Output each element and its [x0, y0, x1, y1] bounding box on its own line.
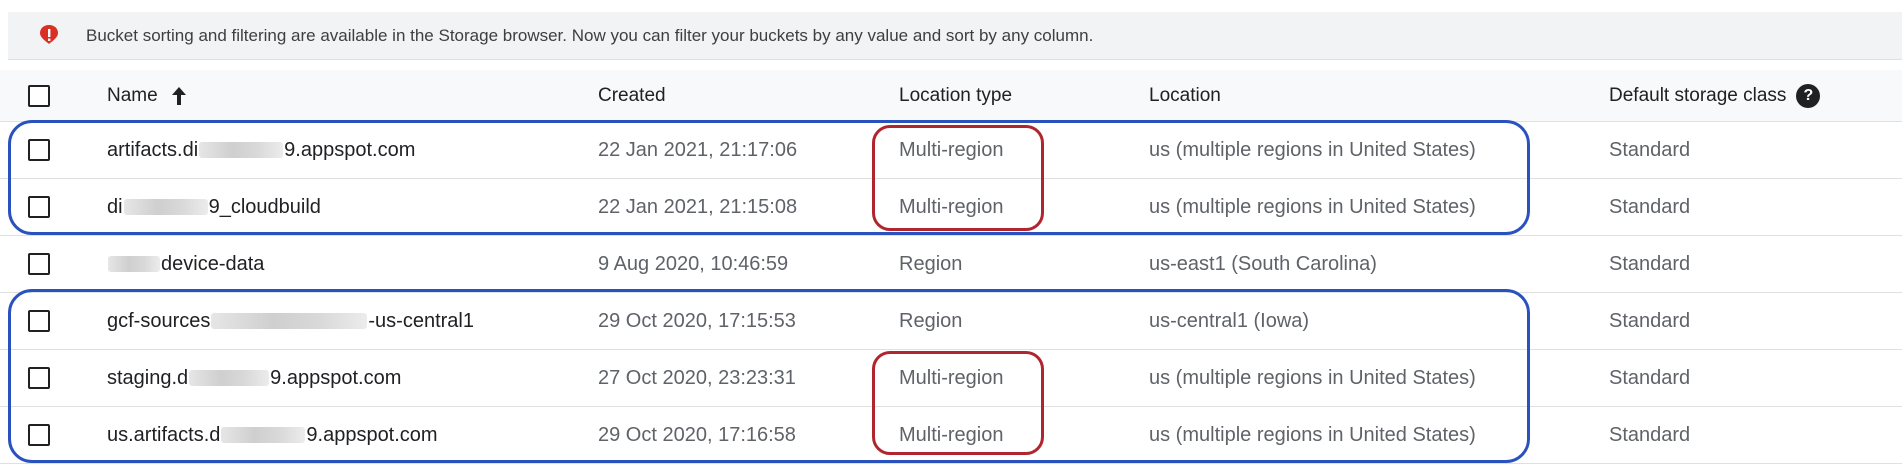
bucket-name-link[interactable]: di 9_cloudbuild — [107, 179, 321, 235]
redacted-text — [199, 142, 284, 158]
location-type: Region — [899, 309, 963, 332]
storage-class: Standard — [1609, 195, 1691, 218]
bucket-name-link[interactable]: device-data — [107, 236, 264, 292]
bucket-name-suffix: -us-central1 — [368, 309, 474, 332]
row-checkbox-cell — [28, 122, 50, 178]
location: us (multiple regions in United States) — [1149, 138, 1476, 161]
table-row[interactable]: staging.d 9.appspot.com 27 Oct 2020, 23:2… — [0, 350, 1902, 407]
created-date: 9 Aug 2020, 10:46:59 — [598, 252, 789, 275]
table-row[interactable]: di 9_cloudbuild 22 Jan 2021, 21:15:08 Mul… — [0, 179, 1902, 236]
row-checkbox-cell — [28, 407, 50, 463]
help-icon[interactable]: ? — [1796, 83, 1821, 108]
bucket-name-prefix: gcf-sources — [107, 309, 211, 332]
row-checkbox-cell — [28, 350, 50, 406]
select-all-checkbox[interactable] — [28, 84, 50, 107]
table-row[interactable]: artifacts.di 9.appspot.com 22 Jan 2021, 2… — [0, 122, 1902, 179]
location-type: Multi-region — [899, 195, 1004, 218]
table-row[interactable]: device-data 9 Aug 2020, 10:46:59 Region … — [0, 236, 1902, 293]
column-header-name[interactable]: Name — [107, 70, 188, 121]
bucket-name-suffix: 9.appspot.com — [284, 138, 416, 161]
column-header-location-type-label: Location type — [899, 84, 1013, 106]
location-type: Multi-region — [899, 366, 1004, 389]
table-row[interactable]: gcf-sources -us-central1 29 Oct 2020, 17:… — [0, 293, 1902, 350]
column-header-storage-class-label: Default storage class — [1609, 84, 1787, 106]
row-checkbox[interactable] — [28, 424, 50, 446]
bucket-name-suffix: device-data — [161, 252, 265, 275]
bucket-name-suffix: 9_cloudbuild — [208, 195, 321, 218]
redacted-text — [108, 256, 160, 272]
storage-class: Standard — [1609, 366, 1691, 389]
row-checkbox[interactable] — [28, 367, 50, 389]
location-type: Multi-region — [899, 423, 1004, 446]
column-header-location-label: Location — [1149, 84, 1221, 106]
created-date: 29 Oct 2020, 17:16:58 — [598, 423, 796, 446]
row-checkbox-cell — [28, 236, 50, 292]
created-date: 27 Oct 2020, 23:23:31 — [598, 366, 796, 389]
location-type: Multi-region — [899, 138, 1004, 161]
select-all-cell — [28, 70, 50, 121]
bucket-name-prefix: us.artifacts.d — [107, 423, 221, 446]
row-checkbox-cell — [28, 293, 50, 349]
bucket-name-link[interactable]: gcf-sources -us-central1 — [107, 293, 474, 349]
bucket-name-link[interactable]: us.artifacts.d 9.appspot.com — [107, 407, 438, 463]
column-header-name-label: Name — [107, 84, 158, 106]
storage-class: Standard — [1609, 252, 1691, 275]
row-checkbox-cell — [28, 179, 50, 235]
alert-icon — [38, 24, 60, 48]
location: us (multiple regions in United States) — [1149, 423, 1476, 446]
created-date: 22 Jan 2021, 21:15:08 — [598, 195, 798, 218]
location-type: Region — [899, 252, 963, 275]
created-date: 29 Oct 2020, 17:15:53 — [598, 309, 796, 332]
bucket-name-suffix: 9.appspot.com — [306, 423, 438, 446]
column-header-created-label: Created — [598, 84, 666, 106]
storage-class: Standard — [1609, 423, 1691, 446]
column-header-storage-class[interactable]: Default storage class ? — [1609, 70, 1821, 121]
redacted-text — [211, 313, 368, 329]
table-header-row: Name Created Location type Location Defa… — [0, 70, 1902, 122]
redacted-text — [123, 199, 208, 215]
banner-message: Bucket sorting and filtering are availab… — [86, 26, 1094, 45]
bucket-name-prefix: staging.d — [107, 366, 189, 389]
redacted-text — [189, 370, 270, 386]
storage-class: Standard — [1609, 138, 1691, 161]
bucket-name-link[interactable]: staging.d 9.appspot.com — [107, 350, 401, 406]
created-date: 22 Jan 2021, 21:17:06 — [598, 138, 798, 161]
row-checkbox[interactable] — [28, 139, 50, 161]
arrow-up-icon[interactable] — [170, 85, 188, 107]
location: us-central1 (Iowa) — [1149, 309, 1310, 332]
row-checkbox[interactable] — [28, 310, 50, 332]
bucket-name-prefix: di — [107, 195, 123, 218]
location: us (multiple regions in United States) — [1149, 195, 1476, 218]
bucket-name-link[interactable]: artifacts.di 9.appspot.com — [107, 122, 415, 178]
location: us (multiple regions in United States) — [1149, 366, 1476, 389]
redacted-text — [221, 427, 306, 443]
column-header-created[interactable]: Created — [598, 70, 666, 121]
column-header-location[interactable]: Location — [1149, 70, 1221, 121]
row-checkbox[interactable] — [28, 196, 50, 218]
storage-class: Standard — [1609, 309, 1691, 332]
bucket-name-prefix: artifacts.di — [107, 138, 199, 161]
column-header-location-type[interactable]: Location type — [899, 70, 1012, 121]
location: us-east1 (South Carolina) — [1149, 252, 1377, 275]
bucket-name-suffix: 9.appspot.com — [270, 366, 402, 389]
table-row[interactable]: us.artifacts.d 9.appspot.com 29 Oct 2020,… — [0, 407, 1902, 464]
row-checkbox[interactable] — [28, 253, 50, 275]
info-banner: Bucket sorting and filtering are availab… — [8, 12, 1902, 60]
